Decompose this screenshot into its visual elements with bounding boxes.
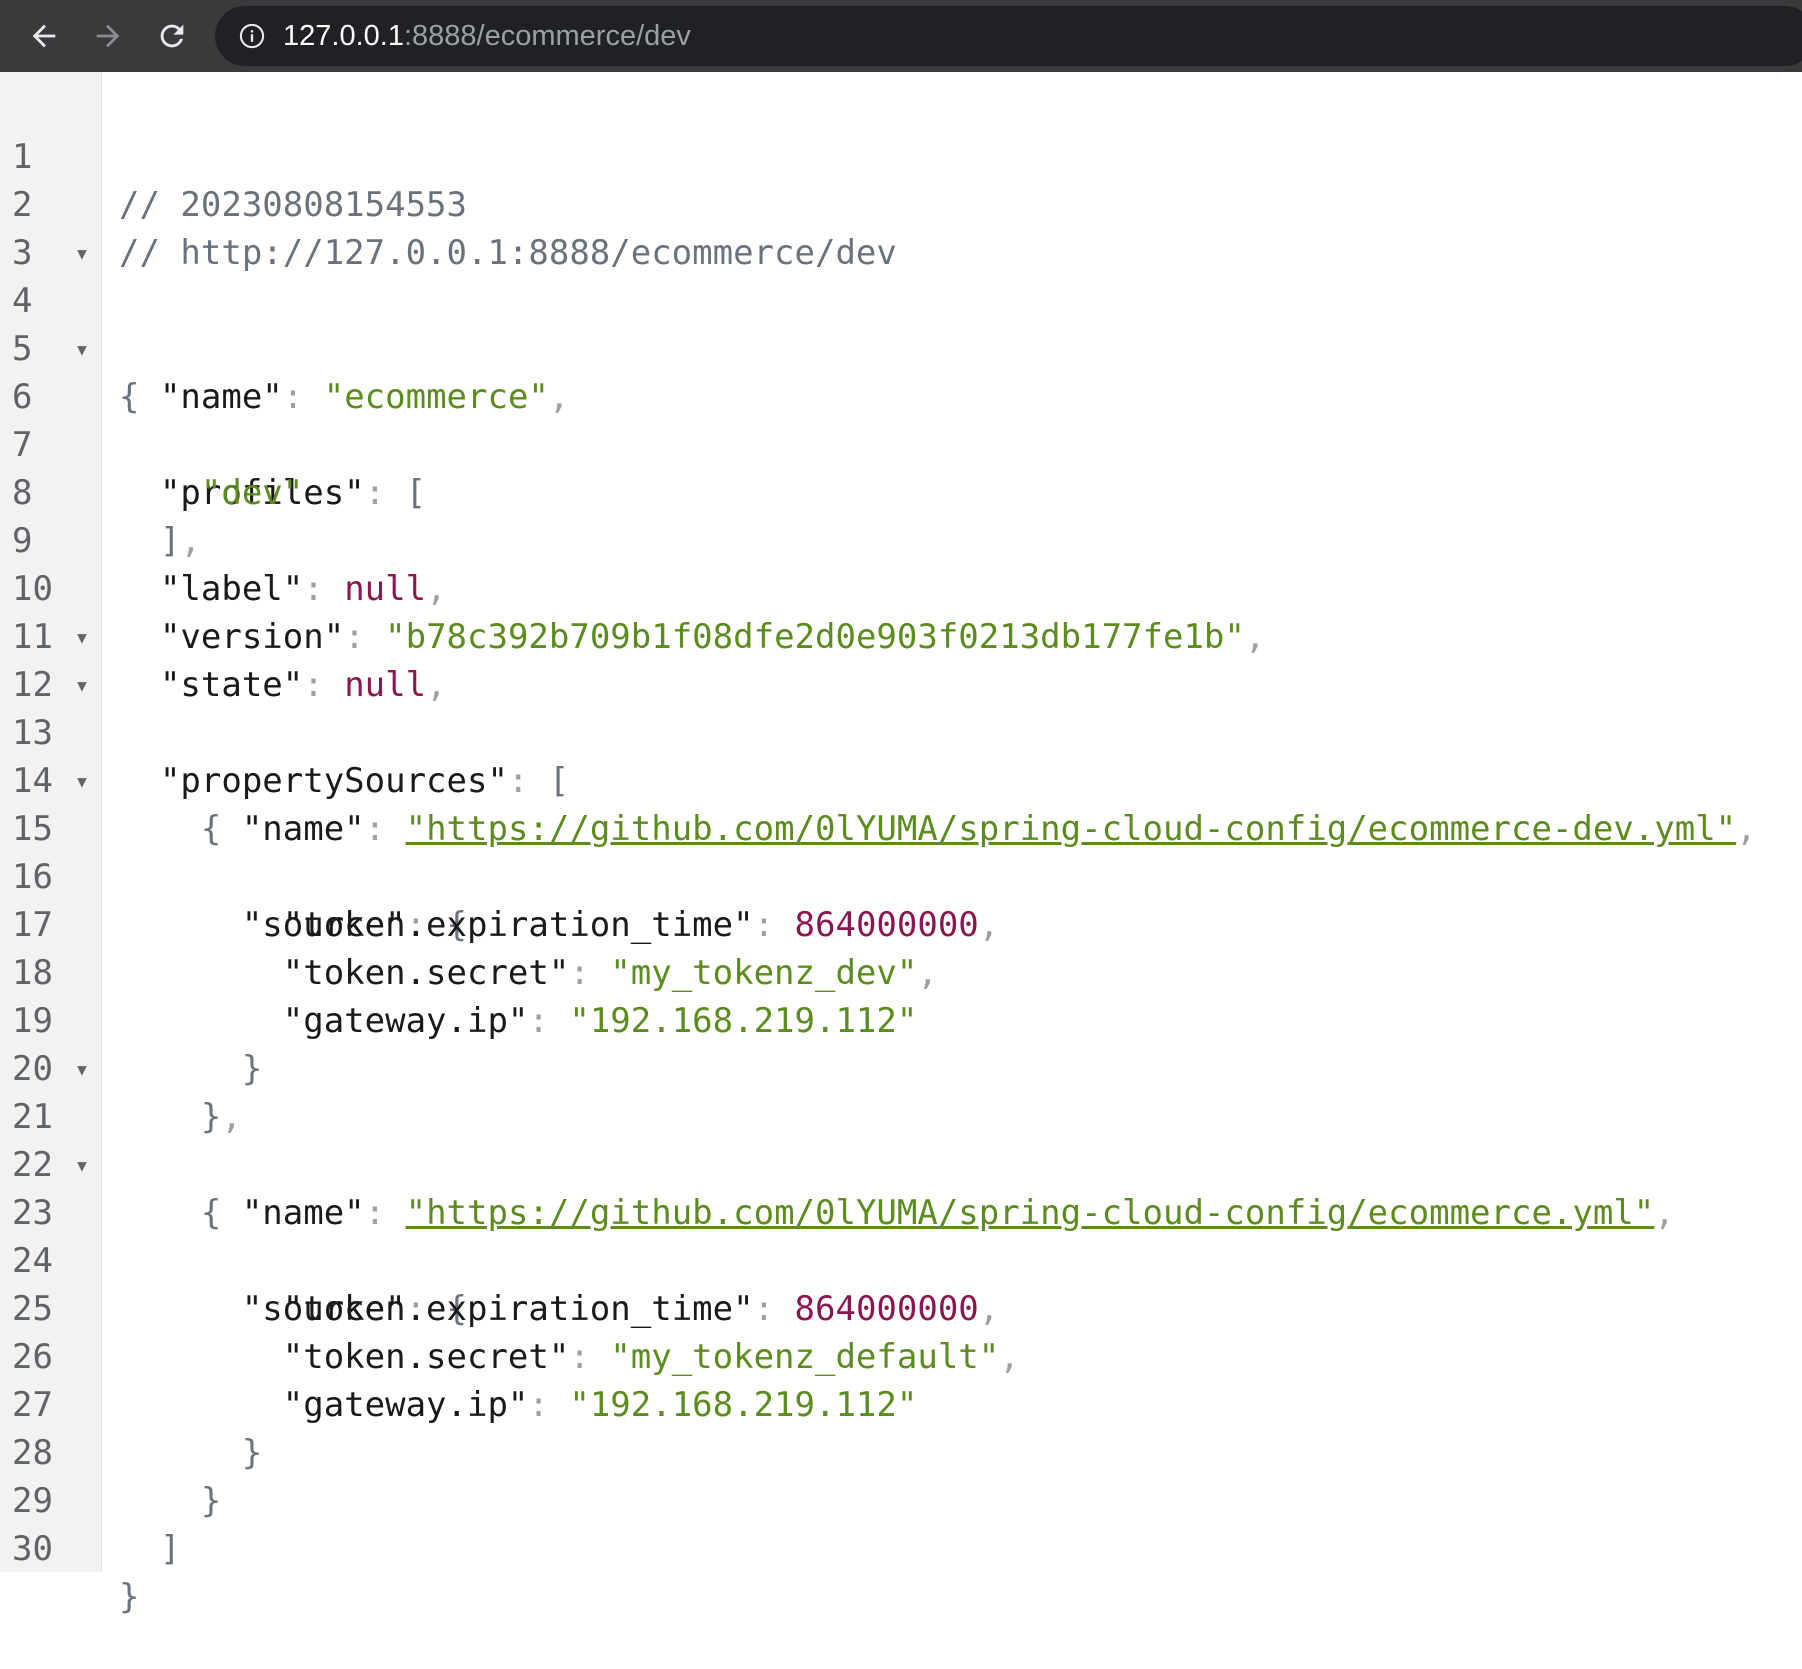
forward-button[interactable]: [84, 12, 132, 60]
code-line: 15 ▼ "source": {: [0, 757, 1802, 945]
code-area: 1 // 20230808154553 2 // http://127.0.0.…: [0, 85, 1802, 1617]
code-line: 20 },: [0, 997, 1802, 1137]
url-host: 127.0.0.1: [283, 19, 404, 52]
arrow-left-icon: [32, 24, 56, 48]
code-line: 4 ▼ {: [0, 229, 1802, 417]
code-line: 3: [0, 181, 1802, 273]
code-line: 29 ]: [0, 1429, 1802, 1569]
fold-toggle-icon[interactable]: ▼: [72, 1045, 92, 1093]
fold-toggle-icon[interactable]: ▼: [72, 1141, 92, 1189]
fold-toggle-icon[interactable]: ▼: [72, 661, 92, 709]
code-line: 5 "name": "ecommerce",: [0, 277, 1802, 417]
code-line: 27 }: [0, 1333, 1802, 1473]
code-line: 6 ▼ "profiles": [: [0, 325, 1802, 513]
code-line: 30 }: [0, 1477, 1802, 1617]
address-bar[interactable]: 127.0.0.1:8888/ecommerce/dev: [215, 6, 1802, 66]
code-line: 21 ▼ {: [0, 1045, 1802, 1233]
code-line: 1 // 20230808154553: [0, 85, 1802, 225]
code-line: 9 "label": null,: [0, 469, 1802, 609]
fold-toggle-icon[interactable]: ▼: [72, 229, 92, 277]
code-line: 25 "token.secret": "my_tokenz_default",: [0, 1237, 1802, 1377]
reload-button[interactable]: [148, 12, 196, 60]
fold-toggle-icon[interactable]: ▼: [72, 325, 92, 373]
back-button[interactable]: [20, 12, 68, 60]
code-line: 12 ▼ "propertySources": [: [0, 613, 1802, 801]
code-line: 24 "token.expiration_time": 864000000,: [0, 1189, 1802, 1329]
code-line: 2 // http://127.0.0.1:8888/ecommerce/dev: [0, 133, 1802, 273]
code-line: 19 }: [0, 949, 1802, 1089]
code-line: 28 }: [0, 1381, 1802, 1521]
json-viewer: 1 // 20230808154553 2 // http://127.0.0.…: [0, 72, 1802, 1617]
code-line: 13 ▼ {: [0, 661, 1802, 849]
code-line: 16 "token.expiration_time": 864000000,: [0, 805, 1802, 945]
arrow-right-icon: [96, 24, 120, 48]
fold-toggle-icon[interactable]: ▼: [72, 757, 92, 805]
info-icon[interactable]: [237, 21, 267, 51]
browser-toolbar: 127.0.0.1:8888/ecommerce/dev: [0, 0, 1802, 72]
reload-icon: [160, 24, 184, 48]
url-text[interactable]: 127.0.0.1:8888/ecommerce/dev: [283, 20, 691, 53]
code-line: 18 "gateway.ip": "192.168.219.112": [0, 901, 1802, 1041]
code-line: 14 "name": "https://github.com/0lYUMA/sp…: [0, 709, 1802, 849]
code-line: 26 "gateway.ip": "192.168.219.112": [0, 1285, 1802, 1425]
code-line: 23 ▼ "source": {: [0, 1141, 1802, 1329]
code-line: 7 "dev": [0, 373, 1802, 513]
code-line: 8 ],: [0, 421, 1802, 561]
code-line: 10 "version": "b78c392b709b1f08dfe2d0e90…: [0, 517, 1802, 657]
fold-toggle-icon[interactable]: ▼: [72, 613, 92, 661]
code-line: 22 "name": "https://github.com/0lYUMA/sp…: [0, 1093, 1802, 1233]
code-line: 17 "token.secret": "my_tokenz_dev",: [0, 853, 1802, 993]
code-line: 11 "state": null,: [0, 565, 1802, 705]
url-path: :8888/ecommerce/dev: [403, 19, 691, 52]
line-number: 30: [12, 1529, 53, 1569]
